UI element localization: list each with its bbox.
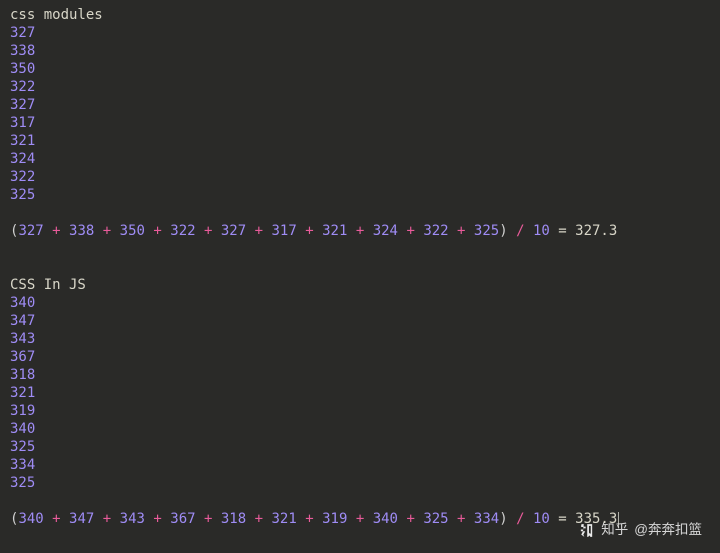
value-line: 327 <box>10 96 710 114</box>
block-title: CSS In JS <box>10 276 710 294</box>
value-line: 327 <box>10 24 710 42</box>
result-value: 327.3 <box>575 223 617 239</box>
plus-operator: + <box>305 511 313 527</box>
value-line: 325 <box>10 438 710 456</box>
divisor: 10 <box>533 223 550 239</box>
plus-operator: + <box>457 223 465 239</box>
plus-operator: + <box>356 511 364 527</box>
calc-value: 319 <box>322 511 347 527</box>
calc-value: 325 <box>474 223 499 239</box>
value-line: 321 <box>10 132 710 150</box>
value-line: 343 <box>10 330 710 348</box>
calculation-line: (327 + 338 + 350 + 322 + 327 + 317 + 321… <box>10 222 710 240</box>
calc-value: 340 <box>373 511 398 527</box>
plus-operator: + <box>103 223 111 239</box>
plus-operator: + <box>52 223 60 239</box>
divisor: 10 <box>533 511 550 527</box>
text-cursor <box>618 512 619 527</box>
value-line: 340 <box>10 420 710 438</box>
block-title: css modules <box>10 6 710 24</box>
blank-line <box>10 204 710 222</box>
calc-value: 322 <box>423 223 448 239</box>
calculation-line: (340 + 347 + 343 + 367 + 318 + 321 + 319… <box>10 510 710 528</box>
value-line: 322 <box>10 168 710 186</box>
calc-value: 324 <box>373 223 398 239</box>
value-line: 347 <box>10 312 710 330</box>
calc-value: 318 <box>221 511 246 527</box>
plus-operator: + <box>255 223 263 239</box>
calc-value: 327 <box>221 223 246 239</box>
blank-line <box>10 258 710 276</box>
plus-operator: + <box>204 223 212 239</box>
blank-line <box>10 240 710 258</box>
value-line: 350 <box>10 60 710 78</box>
plus-operator: + <box>356 223 364 239</box>
value-line: 367 <box>10 348 710 366</box>
value-line: 319 <box>10 402 710 420</box>
calc-value: 367 <box>170 511 195 527</box>
output-block: css modules32733835032232731732132432232… <box>10 6 710 240</box>
plus-operator: + <box>103 511 111 527</box>
calc-value: 334 <box>474 511 499 527</box>
value-line: 325 <box>10 474 710 492</box>
calc-value: 350 <box>120 223 145 239</box>
calc-value: 321 <box>271 511 296 527</box>
plus-operator: + <box>255 511 263 527</box>
divide-operator: / <box>516 223 524 239</box>
value-line: 322 <box>10 78 710 96</box>
plus-operator: + <box>406 511 414 527</box>
calc-value: 325 <box>423 511 448 527</box>
calc-value: 317 <box>271 223 296 239</box>
plus-operator: + <box>406 223 414 239</box>
calc-value: 340 <box>18 511 43 527</box>
divide-operator: / <box>516 511 524 527</box>
plus-operator: + <box>457 511 465 527</box>
calc-value: 327 <box>18 223 43 239</box>
value-line: 321 <box>10 384 710 402</box>
value-line: 340 <box>10 294 710 312</box>
equals-sign: = <box>558 511 566 527</box>
blank-line <box>10 492 710 510</box>
value-line: 338 <box>10 42 710 60</box>
calc-value: 347 <box>69 511 94 527</box>
plus-operator: + <box>204 511 212 527</box>
plus-operator: + <box>153 511 161 527</box>
output-block: CSS In JS3403473433673183213193403253343… <box>10 276 710 528</box>
value-line: 334 <box>10 456 710 474</box>
plus-operator: + <box>305 223 313 239</box>
value-line: 318 <box>10 366 710 384</box>
equals-sign: = <box>558 223 566 239</box>
calc-value: 343 <box>120 511 145 527</box>
value-line: 324 <box>10 150 710 168</box>
value-line: 325 <box>10 186 710 204</box>
calc-value: 338 <box>69 223 94 239</box>
calc-value: 322 <box>170 223 195 239</box>
plus-operator: + <box>52 511 60 527</box>
plus-operator: + <box>153 223 161 239</box>
calc-value: 321 <box>322 223 347 239</box>
result-value: 335.3 <box>575 511 617 527</box>
terminal-output: css modules32733835032232731732132432232… <box>10 6 710 528</box>
value-line: 317 <box>10 114 710 132</box>
